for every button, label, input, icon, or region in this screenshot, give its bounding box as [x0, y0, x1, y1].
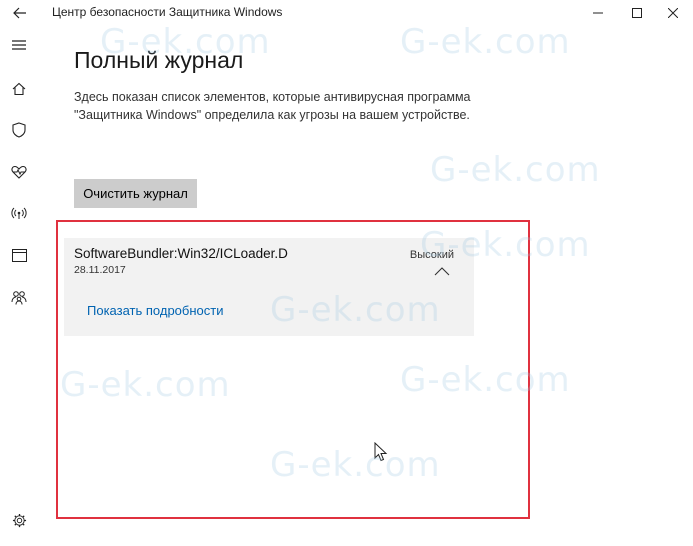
close-button[interactable]	[653, 0, 693, 26]
sidebar-item-home[interactable]	[0, 72, 38, 106]
sidebar-menu-button[interactable]	[0, 28, 38, 62]
watermark: G-ek.com	[430, 150, 601, 190]
close-icon	[668, 8, 678, 18]
heart-pulse-icon	[11, 165, 27, 179]
gear-icon	[12, 513, 26, 527]
shield-icon	[12, 122, 26, 138]
sidebar-item-app-browser[interactable]	[0, 238, 38, 272]
home-icon	[12, 82, 26, 96]
watermark: G-ek.com	[400, 22, 571, 62]
hamburger-menu-icon	[12, 40, 26, 50]
sidebar-item-device-health[interactable]	[0, 155, 38, 189]
browser-window-icon	[11, 248, 27, 262]
family-icon	[11, 290, 27, 305]
title-bar: Центр безопасности Защитника Windows	[0, 0, 693, 26]
back-button[interactable]	[0, 0, 40, 26]
mouse-cursor-icon	[374, 442, 388, 462]
page-title: Полный журнал	[74, 47, 244, 73]
back-arrow-icon	[13, 7, 26, 19]
clear-history-button[interactable]: Очистить журнал	[74, 179, 197, 208]
wireless-icon	[11, 207, 27, 219]
sidebar-item-settings[interactable]	[0, 503, 38, 537]
sidebar	[0, 26, 38, 546]
window-title: Центр безопасности Защитника Windows	[52, 5, 283, 19]
sidebar-item-family[interactable]	[0, 280, 38, 314]
highlight-frame	[56, 220, 530, 519]
maximize-icon	[632, 8, 642, 18]
sidebar-item-firewall[interactable]	[0, 196, 38, 230]
minimize-icon	[593, 12, 603, 14]
page-description: Здесь показан список элементов, которые …	[74, 90, 471, 122]
sidebar-item-virus-protection[interactable]	[0, 113, 38, 147]
